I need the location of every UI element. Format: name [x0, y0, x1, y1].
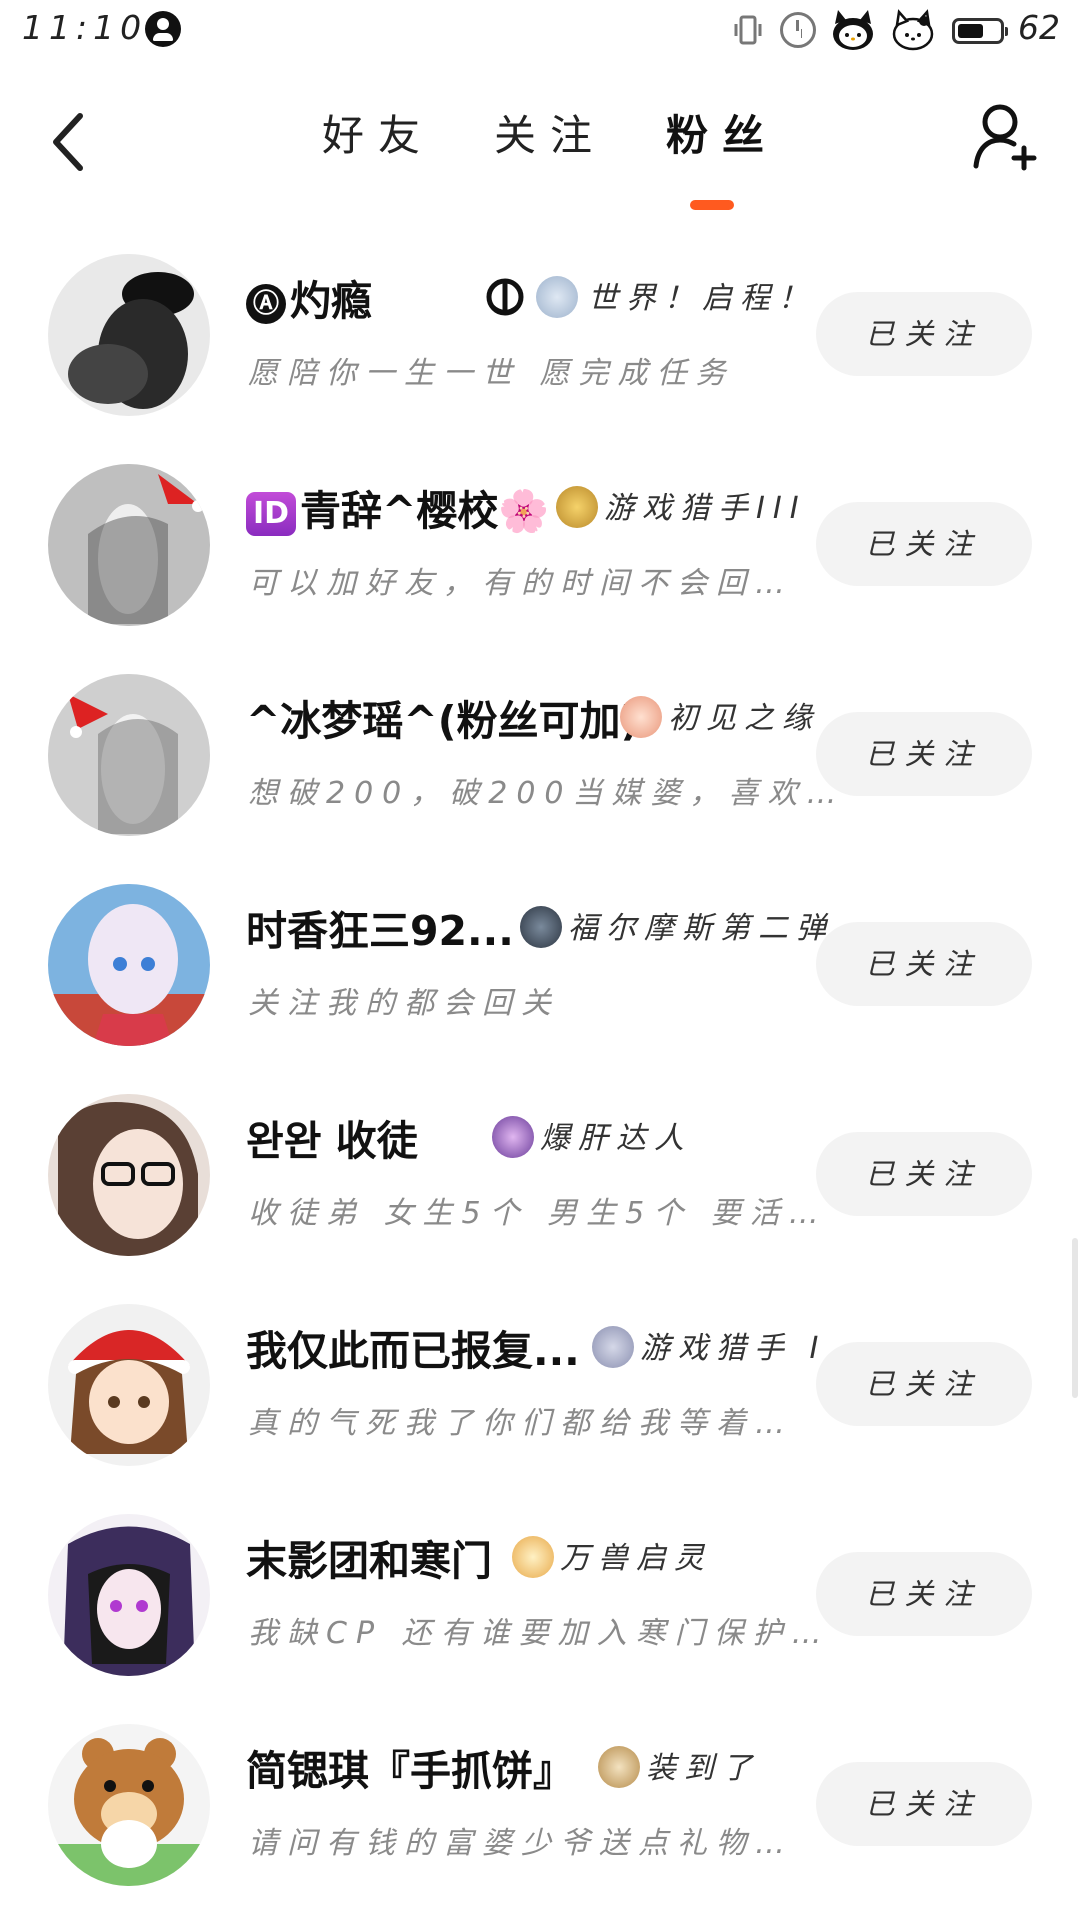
- title-badge-icon: [556, 486, 598, 528]
- battery-icon: [952, 18, 1008, 44]
- following-button[interactable]: 已关注: [816, 922, 1032, 1006]
- title-badge-icon: [592, 1326, 634, 1368]
- following-button[interactable]: 已关注: [816, 502, 1032, 586]
- following-button[interactable]: 已关注: [816, 712, 1032, 796]
- follower-description: 收徒弟 女生5个 男生5个 要活…: [248, 1196, 828, 1231]
- follower-row[interactable]: ID 青辞^樱校🌸 游戏猎手III 可以加好友，有的时间不会回… 已关注: [0, 448, 1080, 658]
- follower-description: 想破200，破200当媒婆，喜欢…: [248, 776, 846, 811]
- avatar[interactable]: [48, 1304, 210, 1466]
- title-badge-text: 初见之缘: [668, 701, 820, 736]
- title-badge-text: 游戏猎手 I: [640, 1331, 827, 1366]
- follower-row[interactable]: 我仅此而已报复... 游戏猎手 I 真的气死我了你们都给我等着… 已关注: [0, 1288, 1080, 1498]
- title-badge-icon: [620, 696, 662, 738]
- avatar[interactable]: [48, 254, 210, 416]
- follower-name: ^冰梦瑶^(粉丝可加): [246, 697, 640, 745]
- follower-description: 真的气死我了你们都给我等着…: [248, 1406, 794, 1441]
- battery-level-fill: [958, 24, 983, 38]
- follower-name: ID 青辞^樱校🌸: [246, 486, 549, 536]
- status-time: 11:10: [22, 8, 148, 47]
- follower-description: 请问有钱的富婆少爷送点礼物…: [248, 1826, 794, 1861]
- avatar[interactable]: [48, 1094, 210, 1256]
- tab-friends[interactable]: 好友: [322, 102, 434, 163]
- title-badge-icon: [520, 906, 562, 948]
- letter-a-badge: Ⓐ: [246, 284, 286, 324]
- avatar[interactable]: [48, 464, 210, 626]
- avatar[interactable]: [48, 674, 210, 836]
- scrollbar[interactable]: [1072, 1238, 1078, 1398]
- title-badge-icon: [512, 1536, 554, 1578]
- follower-row[interactable]: ^冰梦瑶^(粉丝可加) 初见之缘 想破200，破200当媒婆，喜欢… 已关注: [0, 658, 1080, 868]
- title-badge-icon: [492, 1116, 534, 1158]
- follower-description: 可以加好友，有的时间不会回…: [248, 566, 794, 601]
- avatar[interactable]: [48, 884, 210, 1046]
- status-bar: 11:10 62: [0, 0, 1080, 62]
- title-badge-text: 游戏猎手III: [604, 491, 807, 526]
- user-account-icon: [145, 11, 181, 47]
- follower-name-text: 灼瘾: [290, 277, 372, 325]
- follower-name: 简锶琪『手抓饼』: [246, 1747, 574, 1795]
- add-friend-icon[interactable]: [972, 100, 1040, 172]
- follower-row[interactable]: 时香狂三92... 福尔摩斯第二弹 关注我的都会回关 已关注: [0, 868, 1080, 1078]
- follower-name: 󠀠󠀠완완 收徒: [246, 1117, 418, 1165]
- follower-name: 我仅此而已报复...: [246, 1327, 580, 1375]
- follower-name: 末影团和寒门: [246, 1537, 492, 1585]
- tab-following[interactable]: 关注: [494, 102, 606, 163]
- hello-kitty-icon: [892, 9, 934, 51]
- battery-percent: 62: [1018, 8, 1060, 47]
- title-badge-text: 爆肝达人: [540, 1121, 692, 1156]
- follower-name-text: 青辞^樱校🌸: [300, 487, 550, 535]
- back-arrow-icon[interactable]: [40, 102, 100, 182]
- follower-description: 关注我的都会回关: [248, 986, 560, 1021]
- title-badge-text: 装到了: [646, 1751, 760, 1786]
- follower-row[interactable]: 󠀠󠀠완완 收徒 爆肝达人 收徒弟 女生5个 男生5个 要活… 已关注: [0, 1078, 1080, 1288]
- hello-kitty-icon: [833, 10, 873, 50]
- follower-description: 我缺CP 还有谁要加入寒门保护…: [248, 1616, 831, 1651]
- follower-name: 时香狂三92...: [246, 907, 514, 955]
- following-button[interactable]: 已关注: [816, 1132, 1032, 1216]
- alarm-icon: [780, 12, 816, 48]
- follower-row[interactable]: 简锶琪『手抓饼』 装到了 请问有钱的富婆少爷送点礼物… 已关注: [0, 1708, 1080, 1918]
- title-badge-icon: [536, 276, 578, 318]
- avatar[interactable]: [48, 1514, 210, 1676]
- tab-bar: 好友 关注 粉丝: [300, 102, 800, 222]
- id-badge: ID: [246, 492, 296, 536]
- avatar[interactable]: [48, 1724, 210, 1886]
- active-tab-indicator: [690, 200, 734, 210]
- following-button[interactable]: 已关注: [816, 292, 1032, 376]
- following-button[interactable]: 已关注: [816, 1552, 1032, 1636]
- follower-name: Ⓐ 灼瘾: [246, 276, 372, 326]
- title-badge-text: 世界！启程！: [588, 281, 816, 316]
- follower-description: 愿陪你一生一世 愿完成任务: [248, 356, 735, 391]
- tab-fans[interactable]: 粉丝: [666, 102, 778, 163]
- follower-row[interactable]: Ⓐ 灼瘾 世界！启程！ 愿陪你一生一世 愿完成任务 已关注: [0, 238, 1080, 448]
- title-badge-text: 万兽启灵: [560, 1541, 712, 1576]
- following-button[interactable]: 已关注: [816, 1342, 1032, 1426]
- follower-row[interactable]: 末影团和寒门 万兽启灵 我缺CP 还有谁要加入寒门保护… 已关注: [0, 1498, 1080, 1708]
- following-button[interactable]: 已关注: [816, 1762, 1032, 1846]
- title-badge-icon: [598, 1746, 640, 1788]
- khanda-symbol-icon: [486, 278, 524, 316]
- title-badge-text: 福尔摩斯第二弹: [568, 911, 834, 946]
- top-navigation: 好友 关注 粉丝: [0, 62, 1080, 212]
- vibrate-icon: [734, 15, 762, 45]
